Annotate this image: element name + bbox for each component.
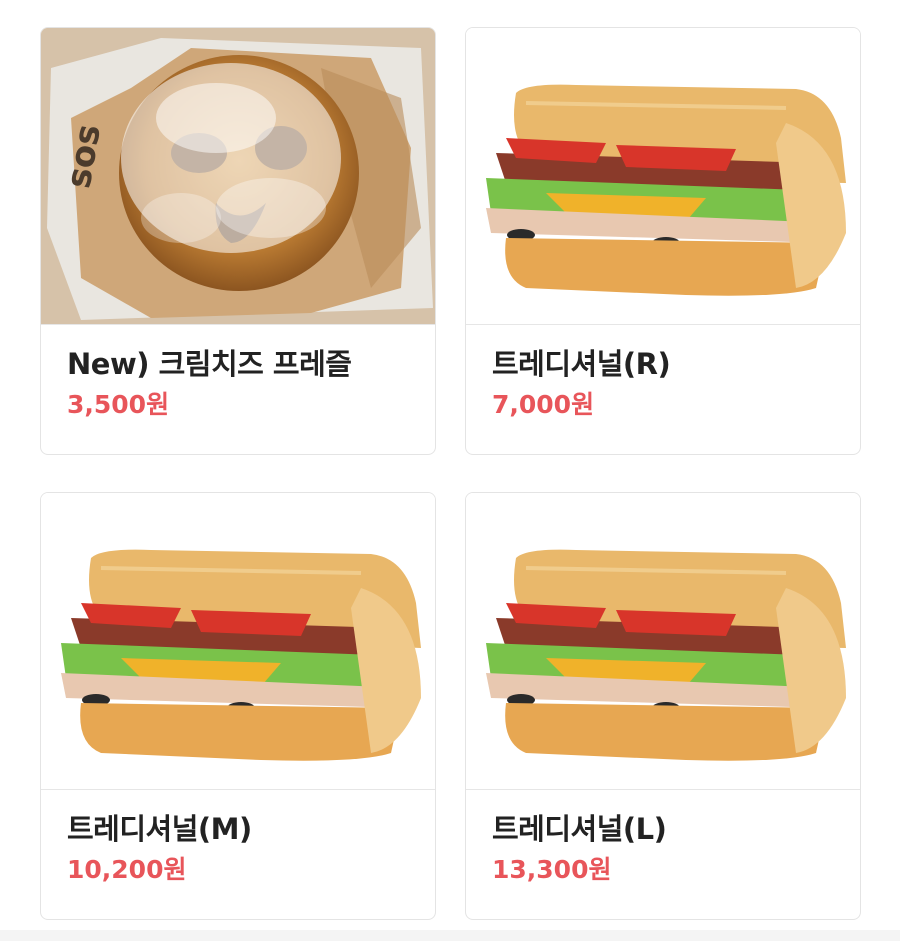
bottom-divider (0, 930, 900, 941)
menu-item-price: 13,300원 (492, 855, 612, 884)
menu-item-card[interactable]: sos New) 크림치즈 프레즐 3,500원 (40, 27, 436, 455)
menu-item-card[interactable]: 트레디셔널(L) 13,300원 (465, 492, 861, 920)
menu-item-card[interactable]: 트레디셔널(R) 7,000원 (465, 27, 861, 455)
menu-item-name: 트레디셔널(M) (67, 812, 252, 846)
menu-item-image (466, 28, 860, 325)
menu-item-image: sos (41, 28, 435, 325)
menu-grid: sos New) 크림치즈 프레즐 3,500원 트레디셔널(R) 7,000원… (0, 0, 900, 930)
menu-item-name: 트레디셔널(R) (492, 347, 671, 381)
menu-item-image (41, 493, 435, 790)
menu-item-card[interactable]: 트레디셔널(M) 10,200원 (40, 492, 436, 920)
menu-item-price: 3,500원 (67, 390, 170, 419)
menu-item-name: 트레디셔널(L) (492, 812, 667, 846)
menu-item-price: 7,000원 (492, 390, 595, 419)
menu-item-price: 10,200원 (67, 855, 187, 884)
menu-item-name: New) 크림치즈 프레즐 (67, 347, 352, 381)
menu-item-image (466, 493, 860, 790)
